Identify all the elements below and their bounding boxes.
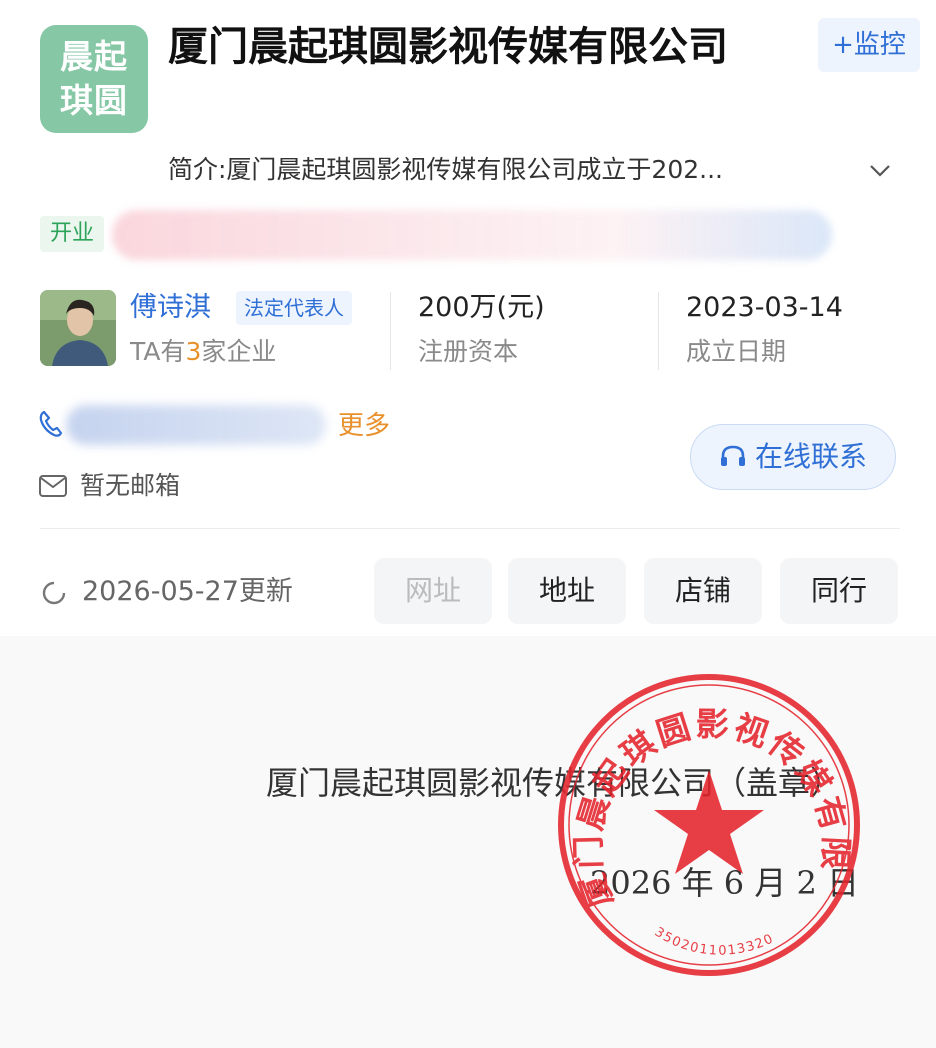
updated-time: 2026-05-27更新	[82, 576, 293, 607]
blurred-phone	[66, 405, 326, 445]
seal-number: 3502011013320	[652, 925, 775, 959]
divider	[658, 292, 659, 370]
refresh-icon[interactable]	[40, 579, 68, 607]
registered-capital-label: 注册资本	[418, 337, 519, 366]
company-seal: 厦门晨起琪圆影视传媒有限公司 3502011013320	[556, 672, 860, 976]
monitor-button[interactable]: +监控	[818, 18, 920, 72]
logo-line-1: 晨起	[60, 37, 128, 76]
company-logo: 晨起 琪圆	[40, 25, 148, 133]
divider	[40, 528, 900, 529]
founded-date-label: 成立日期	[686, 337, 787, 366]
registered-capital-value: 200万(元)	[418, 292, 545, 323]
address-button[interactable]: 地址	[508, 558, 626, 624]
svg-text:3502011013320: 3502011013320	[652, 925, 777, 959]
founded-date-value: 2023-03-14	[686, 292, 843, 323]
legal-rep-name[interactable]: 傅诗淇	[130, 288, 211, 328]
logo-line-2: 琪圆	[60, 81, 128, 120]
related-companies[interactable]: TA有3家企业	[130, 332, 276, 372]
divider	[390, 292, 391, 370]
website-button[interactable]: 网址	[374, 558, 492, 624]
related-prefix: TA有	[130, 337, 186, 366]
peers-button[interactable]: 同行	[780, 558, 898, 624]
related-suffix: 家企业	[201, 337, 277, 366]
headset-icon	[719, 426, 747, 490]
mail-icon	[38, 474, 68, 498]
legal-rep-badge: 法定代表人	[236, 291, 352, 325]
related-count: 3	[185, 337, 202, 366]
company-intro[interactable]: 简介:厦门晨起琪圆影视传媒有限公司成立于202...	[168, 150, 868, 190]
blurred-tags	[112, 210, 832, 260]
status-badge: 开业	[40, 216, 104, 252]
store-button[interactable]: 店铺	[644, 558, 762, 624]
company-title: 厦门晨起琪圆影视传媒有限公司	[168, 24, 728, 70]
online-contact-label: 在线联系	[754, 440, 867, 473]
email-text: 暂无邮箱	[80, 471, 181, 500]
phone-icon	[38, 408, 66, 438]
online-contact-button[interactable]: 在线联系	[690, 424, 896, 490]
more-contacts-link[interactable]: 更多	[338, 406, 390, 446]
chevron-down-icon[interactable]	[868, 152, 898, 188]
avatar[interactable]	[40, 290, 116, 366]
seal-star-icon	[654, 770, 764, 874]
